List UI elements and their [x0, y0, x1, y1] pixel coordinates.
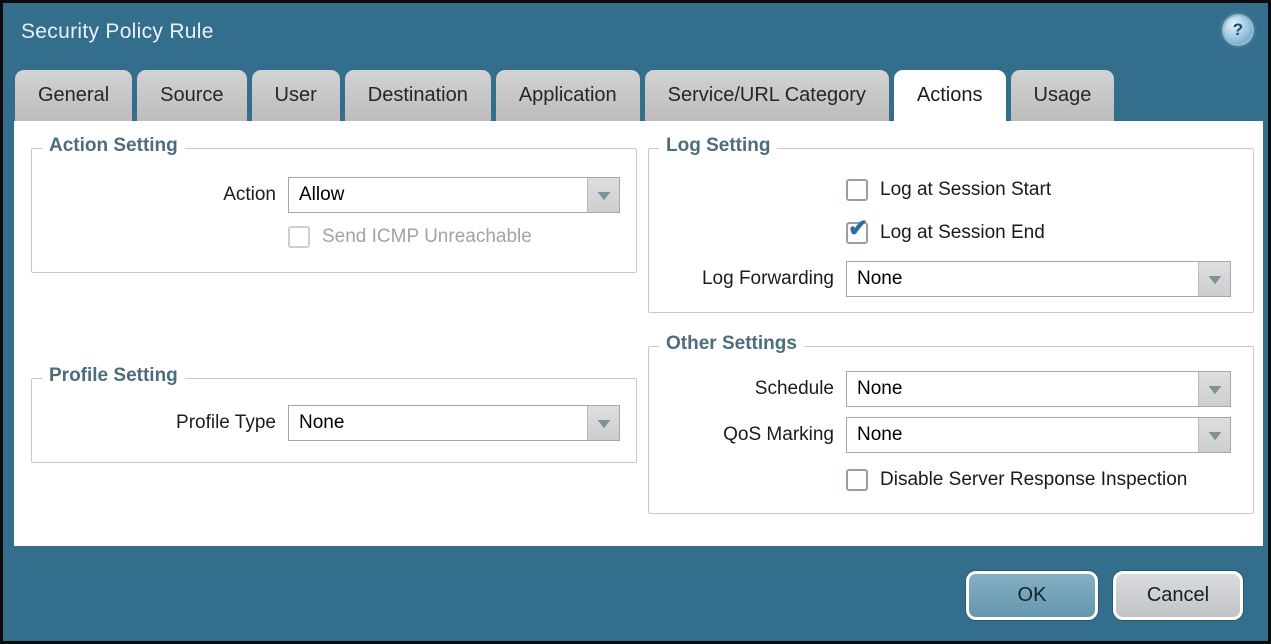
action-setting-legend: Action Setting — [42, 135, 185, 157]
profile-type-dropdown[interactable]: None ▼ — [288, 405, 620, 441]
chevron-down-icon: ▼ — [1204, 428, 1225, 442]
schedule-dropdown-value: None — [847, 372, 1198, 406]
help-button[interactable]: ? — [1224, 16, 1252, 44]
tab-label: Service/URL Category — [668, 84, 866, 107]
profile-type-dropdown-button[interactable]: ▼ — [587, 406, 619, 440]
log-forwarding-label: Log Forwarding — [659, 268, 834, 290]
send-icmp-unreachable-label: Send ICMP Unreachable — [322, 226, 532, 248]
tab-bar: General Source User Destination Applicat… — [15, 70, 1114, 121]
disable-server-response-inspection-label: Disable Server Response Inspection — [880, 469, 1187, 491]
tab-label: Destination — [368, 84, 468, 107]
action-dropdown[interactable]: Allow ▼ — [288, 177, 620, 213]
log-setting-group: Log Setting Log at Session Start ✔ Log a… — [648, 148, 1254, 313]
cancel-button[interactable]: Cancel — [1113, 571, 1243, 620]
chevron-down-icon: ▼ — [1204, 272, 1225, 286]
chevron-down-icon: ▼ — [1204, 382, 1225, 396]
action-dropdown-value: Allow — [289, 178, 587, 212]
tab-user[interactable]: User — [252, 70, 340, 121]
action-dropdown-button[interactable]: ▼ — [587, 178, 619, 212]
log-at-session-start-checkbox[interactable] — [846, 179, 868, 201]
tab-general[interactable]: General — [15, 70, 132, 121]
tab-destination[interactable]: Destination — [345, 70, 491, 121]
tab-label: User — [275, 84, 317, 107]
schedule-label: Schedule — [659, 378, 834, 400]
action-label: Action — [42, 184, 276, 206]
send-icmp-unreachable-checkbox — [288, 226, 310, 248]
action-setting-group: Action Setting Action Allow ▼ Send ICMP … — [31, 148, 637, 273]
checkmark-icon: ✔ — [848, 217, 868, 241]
help-icon: ? — [1233, 20, 1243, 40]
security-policy-rule-dialog: Security Policy Rule ? General Source Us… — [0, 0, 1271, 644]
qos-marking-label: QoS Marking — [659, 424, 834, 446]
other-settings-group: Other Settings Schedule None ▼ QoS Marki… — [648, 346, 1254, 514]
chevron-down-icon: ▼ — [593, 416, 614, 430]
log-at-session-end-checkbox[interactable]: ✔ — [846, 222, 868, 244]
log-forwarding-dropdown[interactable]: None ▼ — [846, 261, 1231, 297]
qos-marking-dropdown-value: None — [847, 418, 1198, 452]
profile-type-label: Profile Type — [42, 412, 276, 434]
tab-label: General — [38, 84, 109, 107]
tab-application[interactable]: Application — [496, 70, 640, 121]
qos-marking-dropdown-button[interactable]: ▼ — [1198, 418, 1230, 452]
tab-label: Application — [519, 84, 617, 107]
tab-usage[interactable]: Usage — [1011, 70, 1115, 121]
tab-label: Usage — [1034, 84, 1092, 107]
other-settings-legend: Other Settings — [659, 333, 804, 355]
ok-button[interactable]: OK — [966, 571, 1098, 620]
disable-server-response-inspection-checkbox[interactable] — [846, 469, 868, 491]
tab-label: Actions — [917, 84, 983, 107]
profile-type-dropdown-value: None — [289, 406, 587, 440]
log-forwarding-dropdown-button[interactable]: ▼ — [1198, 262, 1230, 296]
tab-actions[interactable]: Actions — [894, 70, 1006, 121]
log-setting-legend: Log Setting — [659, 135, 777, 157]
chevron-down-icon: ▼ — [593, 188, 614, 202]
log-at-session-end-label: Log at Session End — [880, 222, 1045, 244]
tab-service-url-category[interactable]: Service/URL Category — [645, 70, 889, 121]
profile-setting-group: Profile Setting Profile Type None ▼ — [31, 378, 637, 463]
qos-marking-dropdown[interactable]: None ▼ — [846, 417, 1231, 453]
log-at-session-start-label: Log at Session Start — [880, 179, 1051, 201]
actions-tab-panel: Action Setting Action Allow ▼ Send ICMP … — [14, 121, 1263, 546]
schedule-dropdown-button[interactable]: ▼ — [1198, 372, 1230, 406]
schedule-dropdown[interactable]: None ▼ — [846, 371, 1231, 407]
profile-setting-legend: Profile Setting — [42, 365, 185, 387]
tab-label: Source — [160, 84, 223, 107]
tab-source[interactable]: Source — [137, 70, 246, 121]
log-forwarding-dropdown-value: None — [847, 262, 1198, 296]
dialog-title: Security Policy Rule — [21, 20, 214, 44]
